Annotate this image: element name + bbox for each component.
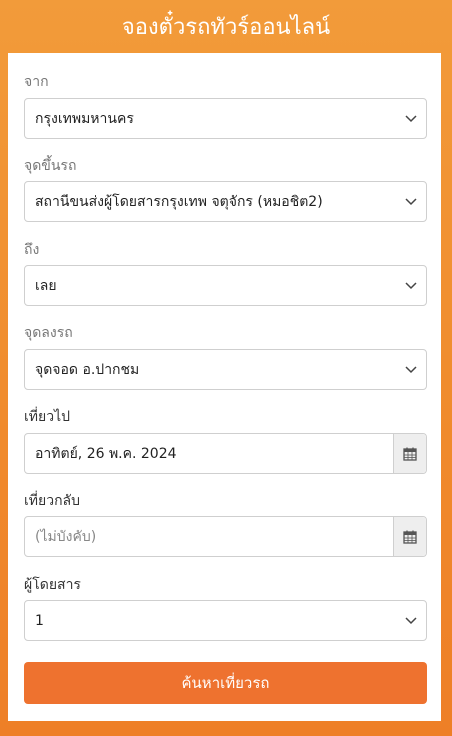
to-select[interactable]: เลย [24,265,427,306]
boarding-select[interactable]: สถานีขนส่งผู้โดยสารกรุงเทพ จตุจักร (หมอช… [24,181,427,222]
return-date-input[interactable]: (ไม่บังคับ) [24,516,427,557]
from-select[interactable]: กรุงเทพมหานคร [24,98,427,139]
calendar-icon [403,447,417,461]
chevron-down-icon [405,617,417,625]
search-trips-button[interactable]: ค้นหาเที่ยวรถ [24,662,427,704]
depart-date-input[interactable]: อาทิตย์, 26 พ.ค. 2024 [24,433,427,474]
boarding-value: สถานีขนส่งผู้โดยสารกรุงเทพ จตุจักร (หมอช… [35,193,323,210]
return-calendar-button[interactable] [393,517,426,556]
from-value: กรุงเทพมหานคร [35,110,134,127]
depart-calendar-button[interactable] [393,434,426,473]
chevron-down-icon [405,282,417,290]
from-label: จาก [24,74,49,90]
booking-form: จาก กรุงเทพมหานคร จุดขึ้นรถ สถานีขนส่งผู… [8,53,441,721]
to-value: เลย [35,277,57,294]
chevron-down-icon [405,366,417,374]
return-date-placeholder: (ไม่บังคับ) [35,528,97,545]
dropoff-label: จุดลงรถ [24,325,73,341]
dropoff-value: จุดจอด อ.ปากชม [35,361,140,378]
boarding-label: จุดขึ้นรถ [24,158,77,174]
to-label: ถึง [24,242,40,258]
return-label: เที่ยวกลับ [24,493,81,509]
page-title: จองตั๋วรถทัวร์ออนไลน์ [121,15,331,40]
passengers-select[interactable]: 1 [24,600,427,641]
passengers-label: ผู้โดยสาร [24,577,81,593]
depart-label: เที่ยวไป [24,409,71,425]
calendar-icon [403,530,417,544]
depart-date-value: อาทิตย์, 26 พ.ค. 2024 [35,445,177,462]
chevron-down-icon [405,198,417,206]
dropoff-select[interactable]: จุดจอด อ.ปากชม [24,349,427,390]
passengers-value: 1 [35,612,44,629]
chevron-down-icon [405,115,417,123]
